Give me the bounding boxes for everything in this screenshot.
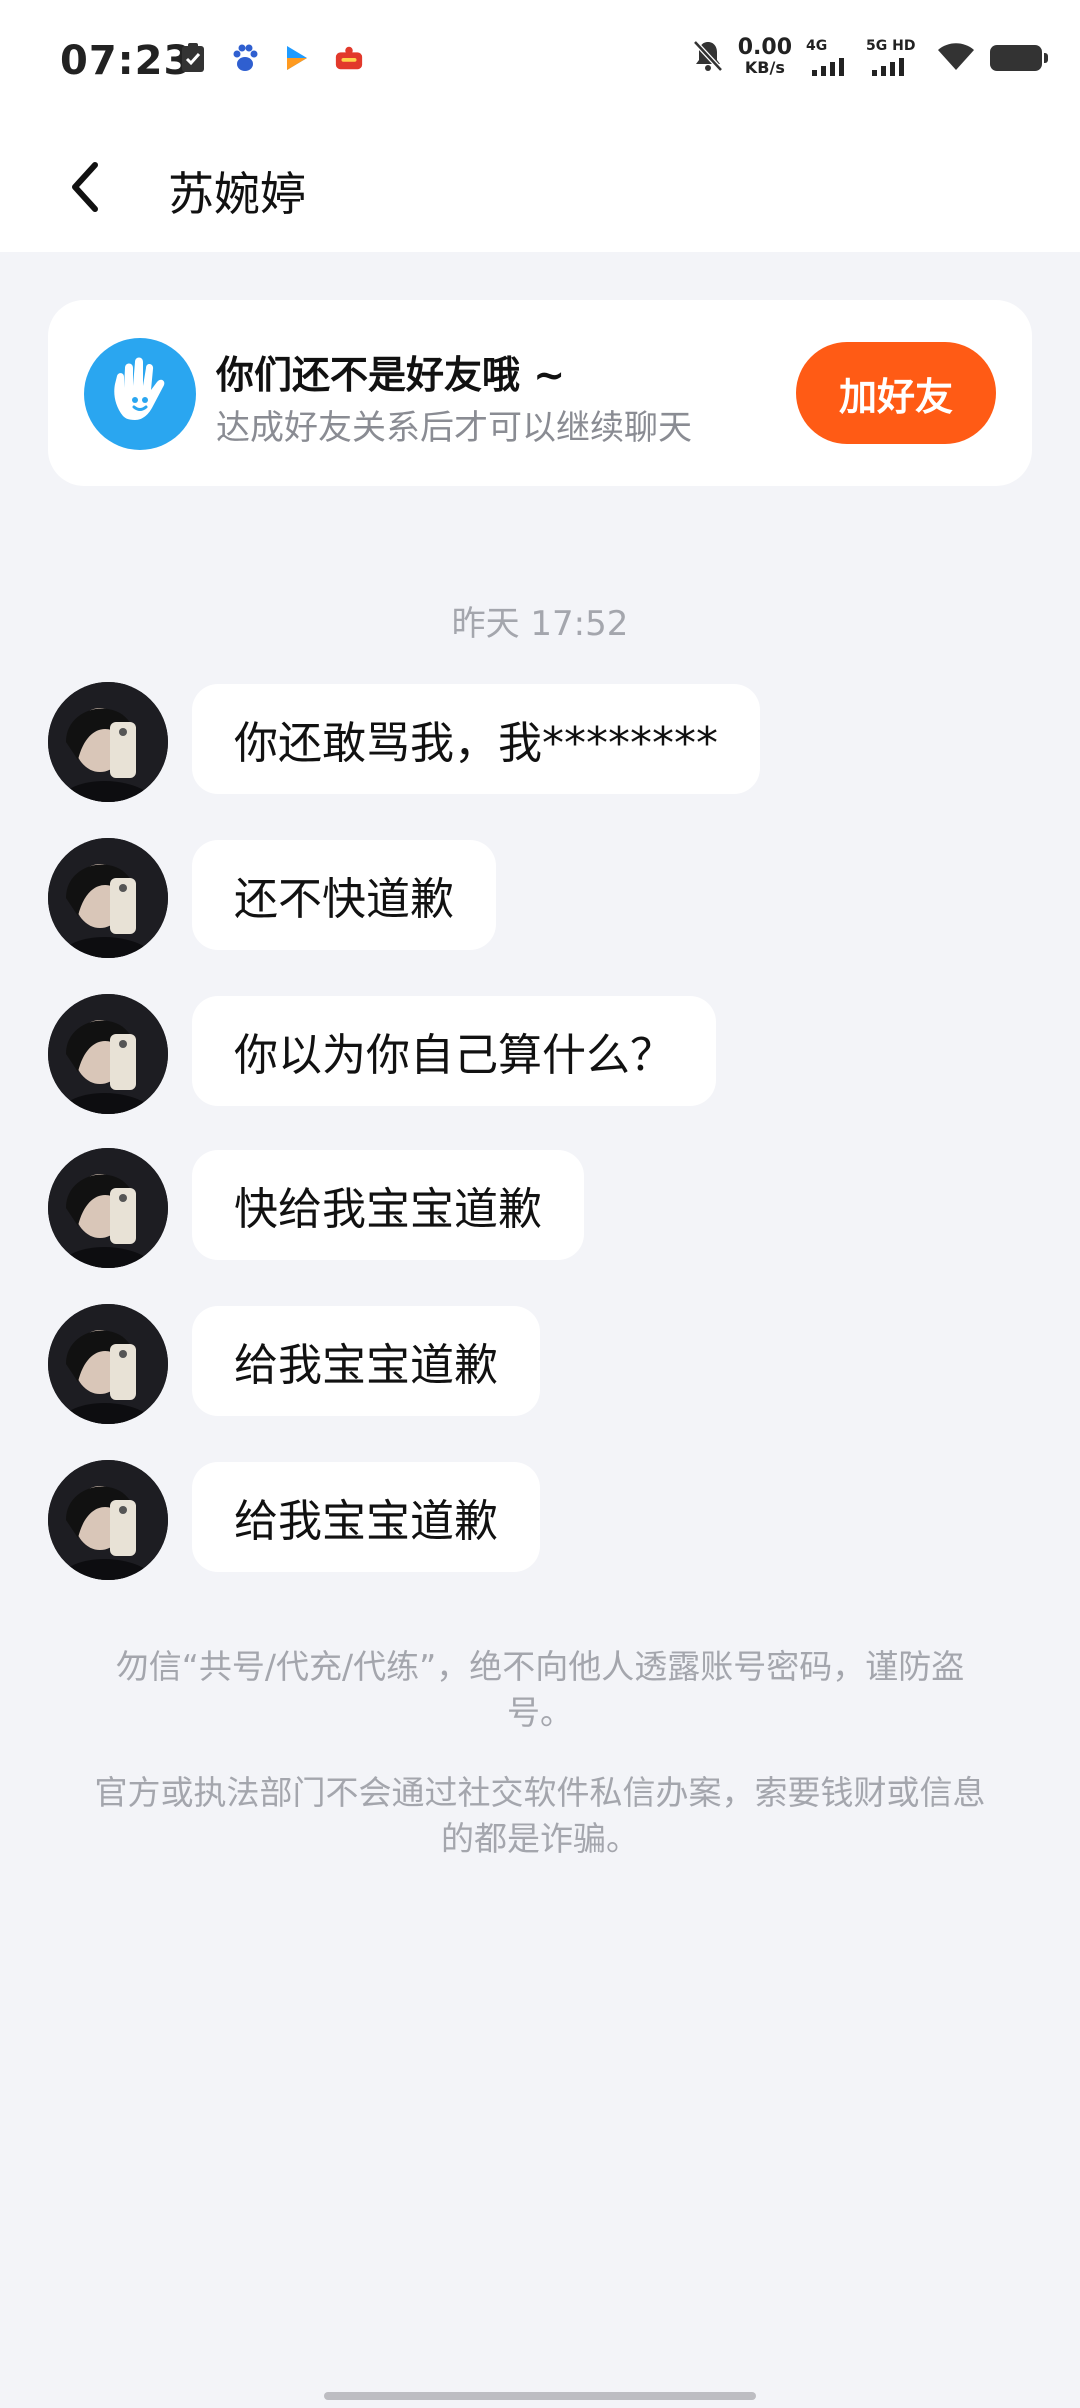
sim2-signal-icon: 5G HD <box>866 38 922 78</box>
message-bubble[interactable]: 给我宝宝道歉 <box>192 1306 540 1416</box>
message-row: 还不快道歉 <box>48 838 1048 962</box>
play-app-icon <box>282 40 312 76</box>
anti-scam-notice: 官方或执法部门不会通过社交软件私信办案，索要钱财或信息的都是诈骗。 <box>94 1773 986 1858</box>
battery-icon <box>990 45 1048 71</box>
avatar[interactable] <box>48 682 168 802</box>
message-row: 你以为你自己算什么？ <box>48 994 1048 1118</box>
avatar[interactable] <box>48 1460 168 1580</box>
message-row: 快给我宝宝道歉 <box>48 1148 1048 1272</box>
waving-hand-icon <box>84 338 196 450</box>
clipboard-check-icon <box>178 40 208 76</box>
bell-off-icon <box>692 39 724 77</box>
baidu-paw-icon <box>230 40 260 76</box>
add-friend-button[interactable]: 加好友 <box>796 342 996 444</box>
home-indicator[interactable] <box>324 2392 756 2400</box>
status-time: 07:23 <box>60 38 193 84</box>
message-bubble[interactable]: 你还敢骂我，我******** <box>192 684 760 794</box>
sim1-signal-icon: 4G <box>806 38 852 78</box>
message-row: 你还敢骂我，我******** <box>48 682 1048 806</box>
status-notification-icons <box>178 40 364 76</box>
message-bubble[interactable]: 给我宝宝道歉 <box>192 1462 540 1572</box>
avatar[interactable] <box>48 994 168 1114</box>
message-row: 给我宝宝道歉 <box>48 1304 1048 1428</box>
red-app-icon <box>334 40 364 76</box>
avatar[interactable] <box>48 1304 168 1424</box>
network-speed: 0.00 KB/s <box>737 35 792 78</box>
message-bubble[interactable]: 你以为你自己算什么？ <box>192 996 716 1106</box>
contact-name: 苏婉婷 <box>168 167 306 221</box>
banner-subtitle: 达成好友关系后才可以继续聊天 <box>216 408 692 448</box>
avatar[interactable] <box>48 1148 168 1268</box>
anti-fraud-notice: 勿信“共号/代充/代练”，绝不向他人透露账号密码，谨防盗号。 <box>115 1647 965 1732</box>
banner-title: 你们还不是好友哦 ~ <box>216 353 566 397</box>
message-row: 给我宝宝道歉 <box>48 1460 1048 1584</box>
message-bubble[interactable]: 快给我宝宝道歉 <box>192 1150 584 1260</box>
chat-header: 苏婉婷 <box>0 128 1080 252</box>
message-bubble[interactable]: 还不快道歉 <box>192 840 496 950</box>
chat-timestamp: 昨天 17:52 <box>451 604 629 644</box>
wifi-icon <box>936 40 976 76</box>
add-friend-banner: 你们还不是好友哦 ~ 达成好友关系后才可以继续聊天 加好友 <box>48 300 1032 486</box>
status-bar: 07:23 0.00 KB/s 4G 5G HD <box>0 0 1080 128</box>
chevron-left-icon <box>72 162 98 212</box>
status-system-icons: 0.00 KB/s 4G 5G HD <box>692 35 1048 78</box>
avatar[interactable] <box>48 838 168 958</box>
back-button[interactable] <box>50 152 120 222</box>
